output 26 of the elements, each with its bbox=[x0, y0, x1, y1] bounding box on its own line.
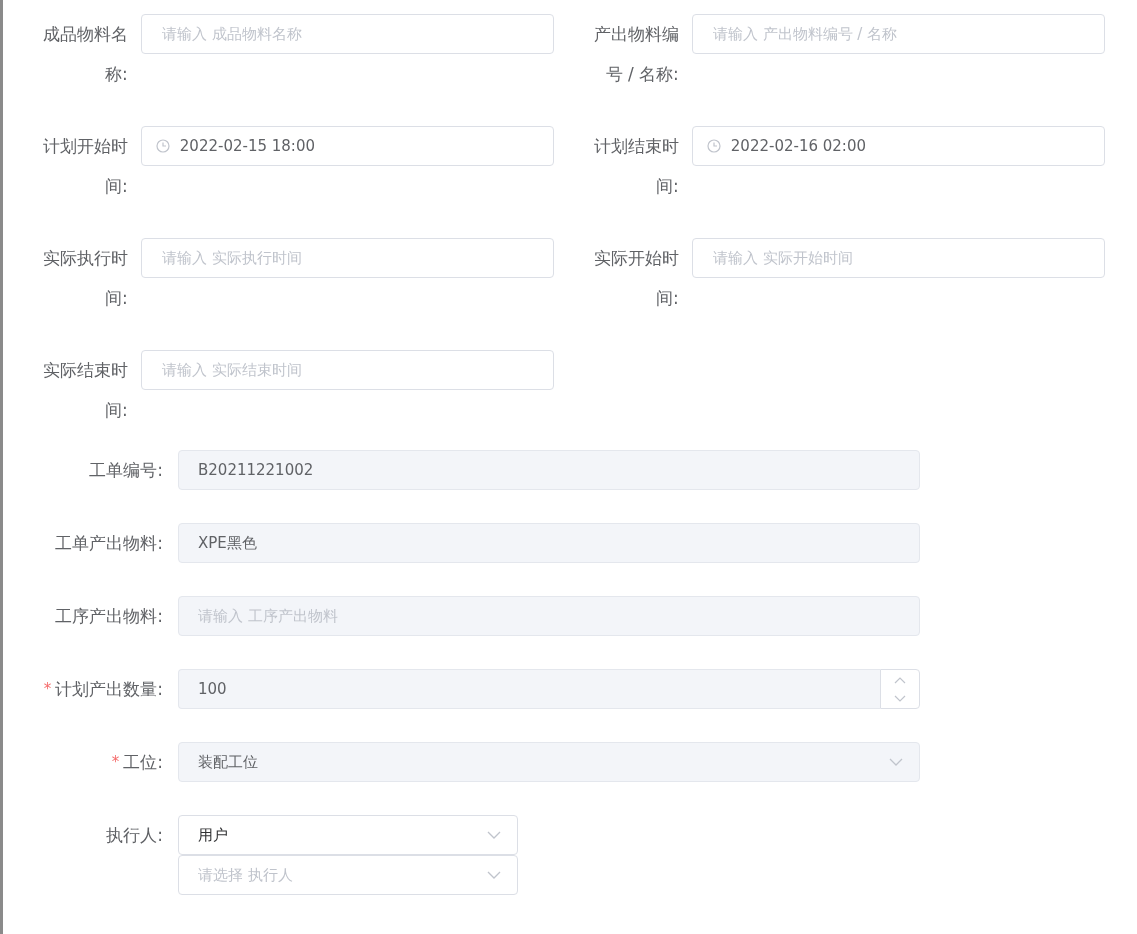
field-label: 成品物料名称: bbox=[41, 23, 128, 86]
required-asterisk: * bbox=[111, 753, 120, 771]
field-label: 实际结束时间: bbox=[41, 359, 128, 422]
chevron-down-icon bbox=[487, 831, 501, 839]
field-label: 工序产出物料: bbox=[55, 604, 163, 628]
field-label: 实际开始时间: bbox=[592, 247, 679, 310]
field-label: 工单编号: bbox=[89, 458, 163, 482]
field-label: 计划开始时间: bbox=[41, 135, 128, 198]
date-input[interactable]: 2022-02-15 18:00 bbox=[140, 126, 554, 166]
chevron-down-icon bbox=[487, 871, 501, 879]
date-input[interactable]: 2022-02-16 02:00 bbox=[691, 126, 1105, 166]
clock-icon bbox=[155, 139, 170, 153]
field-label: 计划结束时间: bbox=[592, 135, 679, 198]
select-field[interactable]: 用户 bbox=[178, 815, 518, 855]
clock-icon bbox=[706, 139, 721, 153]
field-label: 工单产出物料: bbox=[55, 531, 163, 555]
required-asterisk: * bbox=[43, 680, 52, 698]
down-chevron-icon[interactable] bbox=[894, 694, 906, 703]
field-label: 工位: bbox=[123, 750, 163, 774]
number-stepper[interactable] bbox=[880, 669, 920, 709]
field-label: 计划产出数量: bbox=[55, 677, 163, 701]
chevron-down-icon bbox=[889, 758, 903, 766]
field-label: 执行人: bbox=[106, 823, 163, 847]
field-label: 实际执行时间: bbox=[41, 247, 128, 310]
field-label: 产出物料编号 / 名称: bbox=[592, 23, 679, 86]
up-chevron-icon[interactable] bbox=[894, 675, 906, 684]
